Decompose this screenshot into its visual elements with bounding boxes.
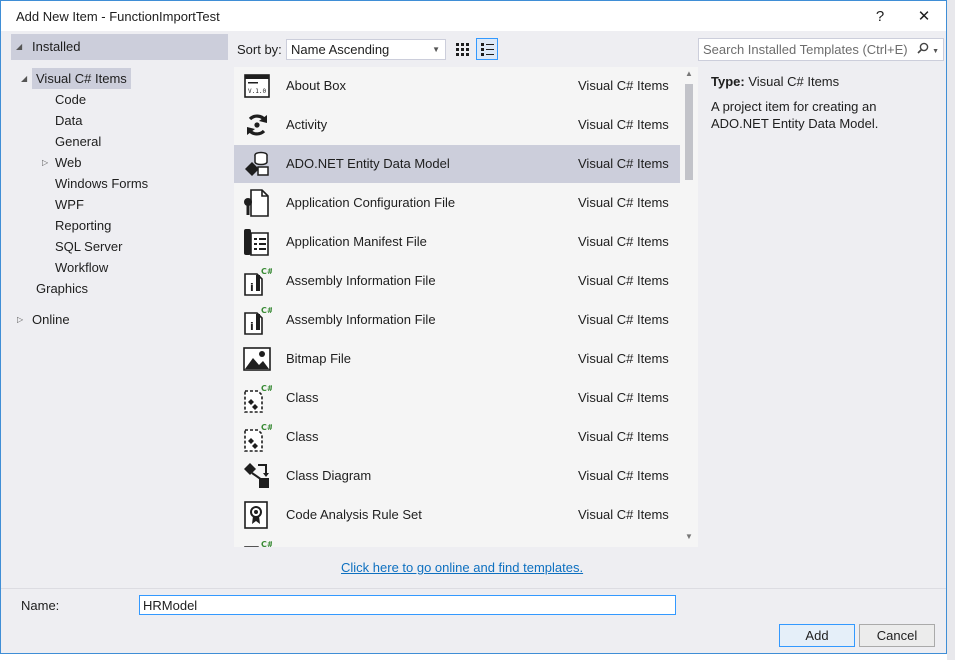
list-item[interactable]: i C# Assembly Information File Visual C#… (234, 301, 680, 339)
list-item[interactable]: Bitmap File Visual C# Items (234, 340, 680, 378)
svg-text:V.1.0: V.1.0 (248, 88, 266, 95)
type-label: Type: (711, 74, 745, 89)
name-label: Name: (21, 598, 60, 613)
list-item[interactable]: Activity Visual C# Items (234, 106, 680, 144)
list-scrollbar[interactable]: ▲ ▼ (680, 67, 698, 547)
list-item[interactable]: C# (234, 535, 680, 547)
list-item[interactable]: i C# Assembly Information File Visual C#… (234, 262, 680, 300)
chevron-down-icon: ▼ (432, 45, 440, 54)
tree-node-code[interactable]: Code (51, 89, 90, 110)
tree-node-sql-server[interactable]: SQL Server (51, 236, 126, 257)
svg-text:C#: C# (261, 306, 272, 315)
chevron-down-icon[interactable]: ▼ (932, 48, 939, 55)
svg-text:C#: C# (261, 423, 272, 432)
divider (1, 588, 946, 589)
tree-node-wpf[interactable]: WPF (51, 194, 88, 215)
scroll-up-icon[interactable]: ▲ (685, 69, 693, 78)
svg-text:i: i (250, 320, 254, 333)
sort-by-label: Sort by: (237, 42, 282, 57)
tree-node-data[interactable]: Data (51, 110, 86, 131)
bitmap-icon (243, 347, 271, 371)
template-list: V.1.0 About Box Visual C# Items Activity… (234, 67, 698, 547)
tree-node-graphics[interactable]: Graphics (32, 278, 92, 299)
class-diagram-icon (244, 463, 269, 488)
tree-node-windows-forms[interactable]: Windows Forms (51, 173, 152, 194)
medium-icons-view-button[interactable] (476, 38, 498, 60)
expand-arrow-icon[interactable]: ▷ (42, 152, 48, 173)
list-item[interactable]: Application Configuration File Visual C#… (234, 184, 680, 222)
assembly-info-icon: i C# (244, 306, 272, 335)
sort-dropdown[interactable]: Name Ascending ▼ (286, 39, 446, 60)
svg-text:i: i (250, 281, 254, 294)
assembly-info-icon: i C# (244, 267, 272, 296)
type-value: Visual C# Items (748, 74, 840, 89)
find-templates-online-link[interactable]: Click here to go online and find templat… (341, 560, 583, 575)
list-item[interactable]: V.1.0 About Box Visual C# Items (234, 67, 680, 105)
collapse-arrow-icon[interactable]: ◢ (21, 68, 27, 89)
class-icon: C# (244, 384, 272, 413)
config-file-icon (244, 189, 269, 217)
background-window-edge (947, 0, 955, 660)
svg-text:C#: C# (261, 267, 272, 276)
details-panel: Type: Visual C# Items A project item for… (698, 67, 944, 547)
search-icon (917, 42, 929, 54)
tree-node-general[interactable]: General (51, 131, 105, 152)
add-new-item-dialog: Add New Item - FunctionImportTest ? ✕ ◢ … (0, 0, 947, 654)
tree-node-reporting[interactable]: Reporting (51, 215, 115, 236)
grid-view-icon (456, 43, 469, 56)
list-view-icon (481, 43, 494, 56)
rule-set-icon (244, 501, 268, 529)
list-item[interactable]: C# Class Visual C# Items (234, 379, 680, 417)
tree-node-workflow[interactable]: Workflow (51, 257, 112, 278)
title-bar: Add New Item - FunctionImportTest ? ✕ (1, 1, 946, 31)
expand-arrow-icon[interactable]: ▷ (17, 309, 23, 330)
about-box-icon: V.1.0 (244, 74, 270, 98)
svg-text:C#: C# (261, 384, 272, 393)
scroll-down-icon[interactable]: ▼ (685, 532, 693, 541)
search-templates-input[interactable]: Search Installed Templates (Ctrl+E) ▼ (698, 38, 944, 61)
help-button[interactable]: ? (861, 3, 899, 29)
close-button[interactable]: ✕ (905, 3, 943, 29)
name-input[interactable] (139, 595, 676, 615)
svg-text:C#: C# (261, 540, 272, 547)
csharp-file-icon: C# (244, 540, 272, 547)
dialog-title: Add New Item - FunctionImportTest (16, 9, 220, 24)
list-item[interactable]: Code Analysis Rule Set Visual C# Items (234, 496, 680, 534)
manifest-file-icon (244, 229, 269, 256)
template-tree: ◢ Installed ◢ Visual C# Items Code Data … (11, 34, 228, 547)
list-item[interactable]: Application Manifest File Visual C# Item… (234, 223, 680, 261)
class-icon: C# (244, 423, 272, 452)
cancel-button[interactable]: Cancel (859, 624, 935, 647)
tree-node-visual-csharp[interactable]: Visual C# Items (32, 68, 131, 89)
item-description: A project item for creating an ADO.NET E… (711, 99, 879, 131)
list-item[interactable]: C# Class Visual C# Items (234, 418, 680, 456)
tree-node-online[interactable]: Online (28, 309, 74, 330)
entity-model-icon (245, 151, 269, 176)
tree-node-installed[interactable]: ◢ Installed (11, 34, 228, 60)
list-item[interactable]: ADO.NET Entity Data Model Visual C# Item… (234, 145, 680, 183)
scroll-thumb[interactable] (685, 84, 693, 180)
collapse-arrow-icon[interactable]: ◢ (16, 36, 22, 57)
small-icons-view-button[interactable] (451, 38, 473, 60)
list-item[interactable]: Class Diagram Visual C# Items (234, 457, 680, 495)
tree-node-web[interactable]: Web (51, 152, 86, 173)
add-button[interactable]: Add (779, 624, 855, 647)
activity-icon (247, 114, 267, 136)
